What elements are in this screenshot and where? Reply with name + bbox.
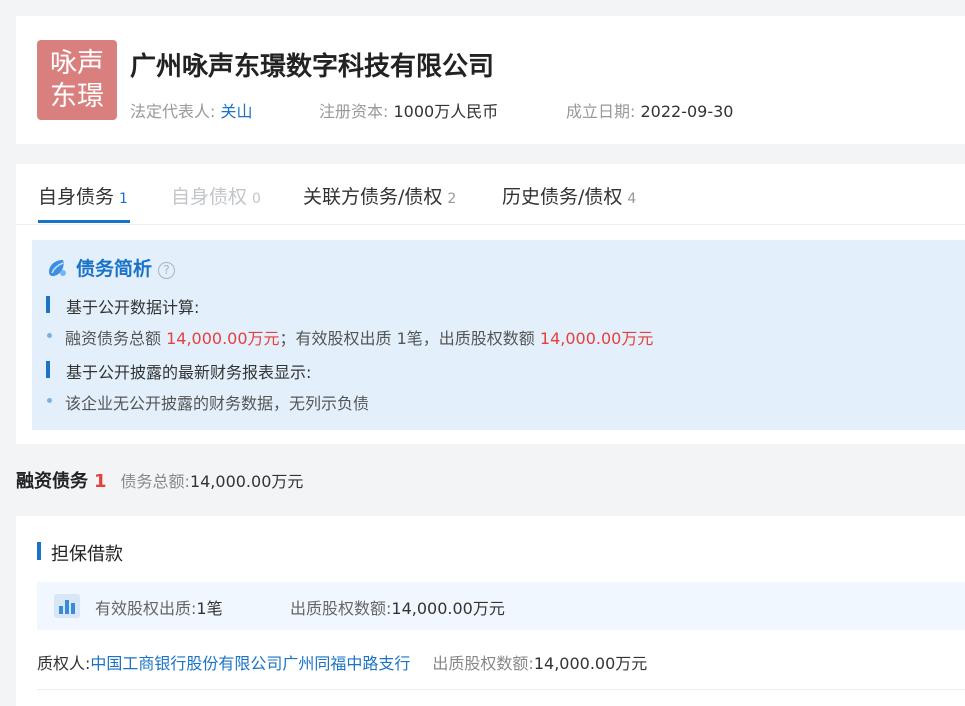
pledgee-row: 质权人:中国工商银行股份有限公司广州同福中路支行 出质股权数额:14,000.00… [37,650,647,674]
equity-amount-label: 出质股权数额: [290,599,392,618]
debt-total-label: 融资债务总额 [65,329,167,348]
bar-chart-icon [54,594,80,618]
section-public-data: 基于公开数据计算: [46,294,199,318]
summary-title: 债务简析? [46,254,176,281]
founded-date: 成立日期: 2022-09-30 [566,98,733,122]
summary-debt-line: 融资债务总额 14,000.00万元；有效股权出质 1笔，出质股权数额 14,0… [46,325,653,349]
legal-rep-link[interactable]: 关山 [221,102,253,121]
logo-line-1: 咏声 [50,48,104,79]
guarantee-title: 担保借款 [37,540,123,566]
pledge-amount-label: 出质股权数额: [432,654,534,673]
help-icon[interactable]: ? [158,262,176,279]
debt-panel: 自身债务 1 自身债权 0 关联方债务/债权 2 历史债务/债权 4 债务简析? 基于公… [16,164,965,444]
founded-value: 2022-09-30 [640,102,734,121]
legal-rep: 法定代表人: 关山 [130,98,253,122]
summary-report-line: 该企业无公开披露的财务数据，无列示负债 [46,390,369,414]
equity-count-stat: 有效股权出质:1笔 [95,595,223,619]
tab-label: 自身债务 [38,186,115,208]
tab-count: 4 [627,191,637,207]
equity-count-value: 1笔 [196,599,223,618]
pledgee-label: 质权人: [37,654,91,673]
debt-total-value: 14,000.00万元 [166,329,280,348]
tab-history-debt[interactable]: 历史债务/债权 4 [502,182,636,209]
tab-related-debt[interactable]: 关联方债务/债权 2 [303,182,456,209]
logo-line-2: 东璟 [50,81,104,112]
financing-total-value: 14,000.00万元 [189,472,304,491]
section-financial-report: 基于公开披露的最新财务报表显示: [46,359,311,383]
founded-label: 成立日期: [566,102,636,121]
tab-count: 2 [447,191,457,207]
pledge-amount-value: 14,000.00万元 [533,654,648,673]
equity-pledge-value: 14,000.00万元 [539,329,654,348]
financing-title: 融资债务 [16,471,88,492]
financing-total-label: 债务总额: [120,472,190,491]
ai-analysis-icon [49,260,66,277]
tab-own-claims[interactable]: 自身债权 0 [171,182,261,209]
registered-capital: 注册资本: 1000万人民币 [319,98,498,122]
equity-pledge-summary: 有效股权出质:1笔 出质股权数额:14,000.00万元 [37,582,965,630]
company-name[interactable]: 广州咏声东璟数字科技有限公司 [130,46,494,83]
equity-amount-stat: 出质股权数额:14,000.00万元 [290,595,505,619]
tab-count: 0 [252,191,261,207]
summary-title-text: 债务简析 [76,258,153,280]
tab-label: 关联方债务/债权 [303,186,443,208]
company-header: 咏声 东璟 广州咏声东璟数字科技有限公司 法定代表人: 关山 注册资本: 100… [16,16,965,144]
equity-count-label: 有效股权出质: [95,599,197,618]
tab-label: 历史债务/债权 [502,186,623,208]
guarantee-loan-card: 担保借款 有效股权出质:1笔 出质股权数额:14,000.00万元 质权人:中国… [16,516,965,706]
tab-count: 1 [119,191,128,207]
company-logo: 咏声 东璟 [37,40,117,120]
capital-value: 1000万人民币 [393,102,499,121]
tab-bar: 自身债务 1 自身债权 0 关联方债务/债权 2 历史债务/债权 4 [16,164,965,225]
pledgee-link[interactable]: 中国工商银行股份有限公司广州同福中路支行 [90,654,410,673]
legal-rep-label: 法定代表人: [130,102,216,121]
tab-label: 自身债权 [171,186,248,208]
active-tab-indicator [38,220,130,223]
financing-count: 1 [94,471,107,492]
divider [37,689,965,690]
equity-pledge-text: ；有效股权出质 1笔，出质股权数额 [279,329,540,348]
debt-summary: 债务简析? 基于公开数据计算: 融资债务总额 14,000.00万元；有效股权出… [32,240,965,430]
capital-label: 注册资本: [319,102,389,121]
tab-own-debt[interactable]: 自身债务 1 [38,182,128,209]
financing-debt-heading: 融资债务 1 债务总额:14,000.00万元 [16,467,303,493]
equity-amount-value: 14,000.00万元 [391,599,505,618]
